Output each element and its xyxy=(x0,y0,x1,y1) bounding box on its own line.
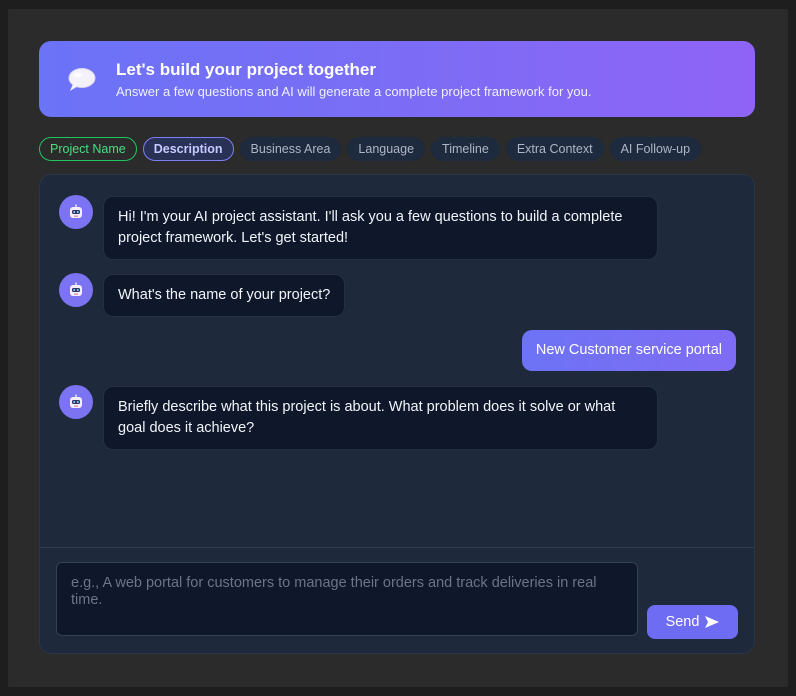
assistant-avatar xyxy=(59,385,93,419)
progress-steps: Project Name Description Business Area L… xyxy=(39,137,702,161)
description-input[interactable] xyxy=(56,562,638,636)
send-button-label: Send xyxy=(665,614,700,630)
step-extra-context[interactable]: Extra Context xyxy=(505,137,604,161)
step-ai-follow-up[interactable]: AI Follow-up xyxy=(609,137,702,161)
assistant-avatar xyxy=(59,195,93,229)
page-subtitle: Answer a few questions and AI will gener… xyxy=(116,84,592,99)
assistant-message: What's the name of your project? xyxy=(103,274,346,317)
speech-bubble-icon xyxy=(65,64,97,96)
composer: Send xyxy=(40,547,754,653)
assistant-message: Briefly describe what this project is ab… xyxy=(103,386,658,450)
send-button[interactable]: Send xyxy=(647,605,738,639)
page-title: Let's build your project together xyxy=(116,60,377,79)
intro-banner: Let's build your project together Answer… xyxy=(39,41,755,117)
robot-icon xyxy=(70,394,82,408)
send-arrow-icon xyxy=(705,616,720,628)
assistant-avatar xyxy=(59,273,93,307)
step-description[interactable]: Description xyxy=(142,137,234,161)
chat-panel: Hi! I'm your AI project assistant. I'll … xyxy=(39,174,755,654)
step-project-name[interactable]: Project Name xyxy=(39,137,137,161)
assistant-message: Hi! I'm your AI project assistant. I'll … xyxy=(103,196,658,260)
step-timeline[interactable]: Timeline xyxy=(431,137,500,161)
step-language[interactable]: Language xyxy=(347,137,426,161)
user-message: New Customer service portal xyxy=(521,330,736,371)
robot-icon xyxy=(70,282,82,296)
step-business-area[interactable]: Business Area xyxy=(239,137,342,161)
robot-icon xyxy=(70,204,82,218)
